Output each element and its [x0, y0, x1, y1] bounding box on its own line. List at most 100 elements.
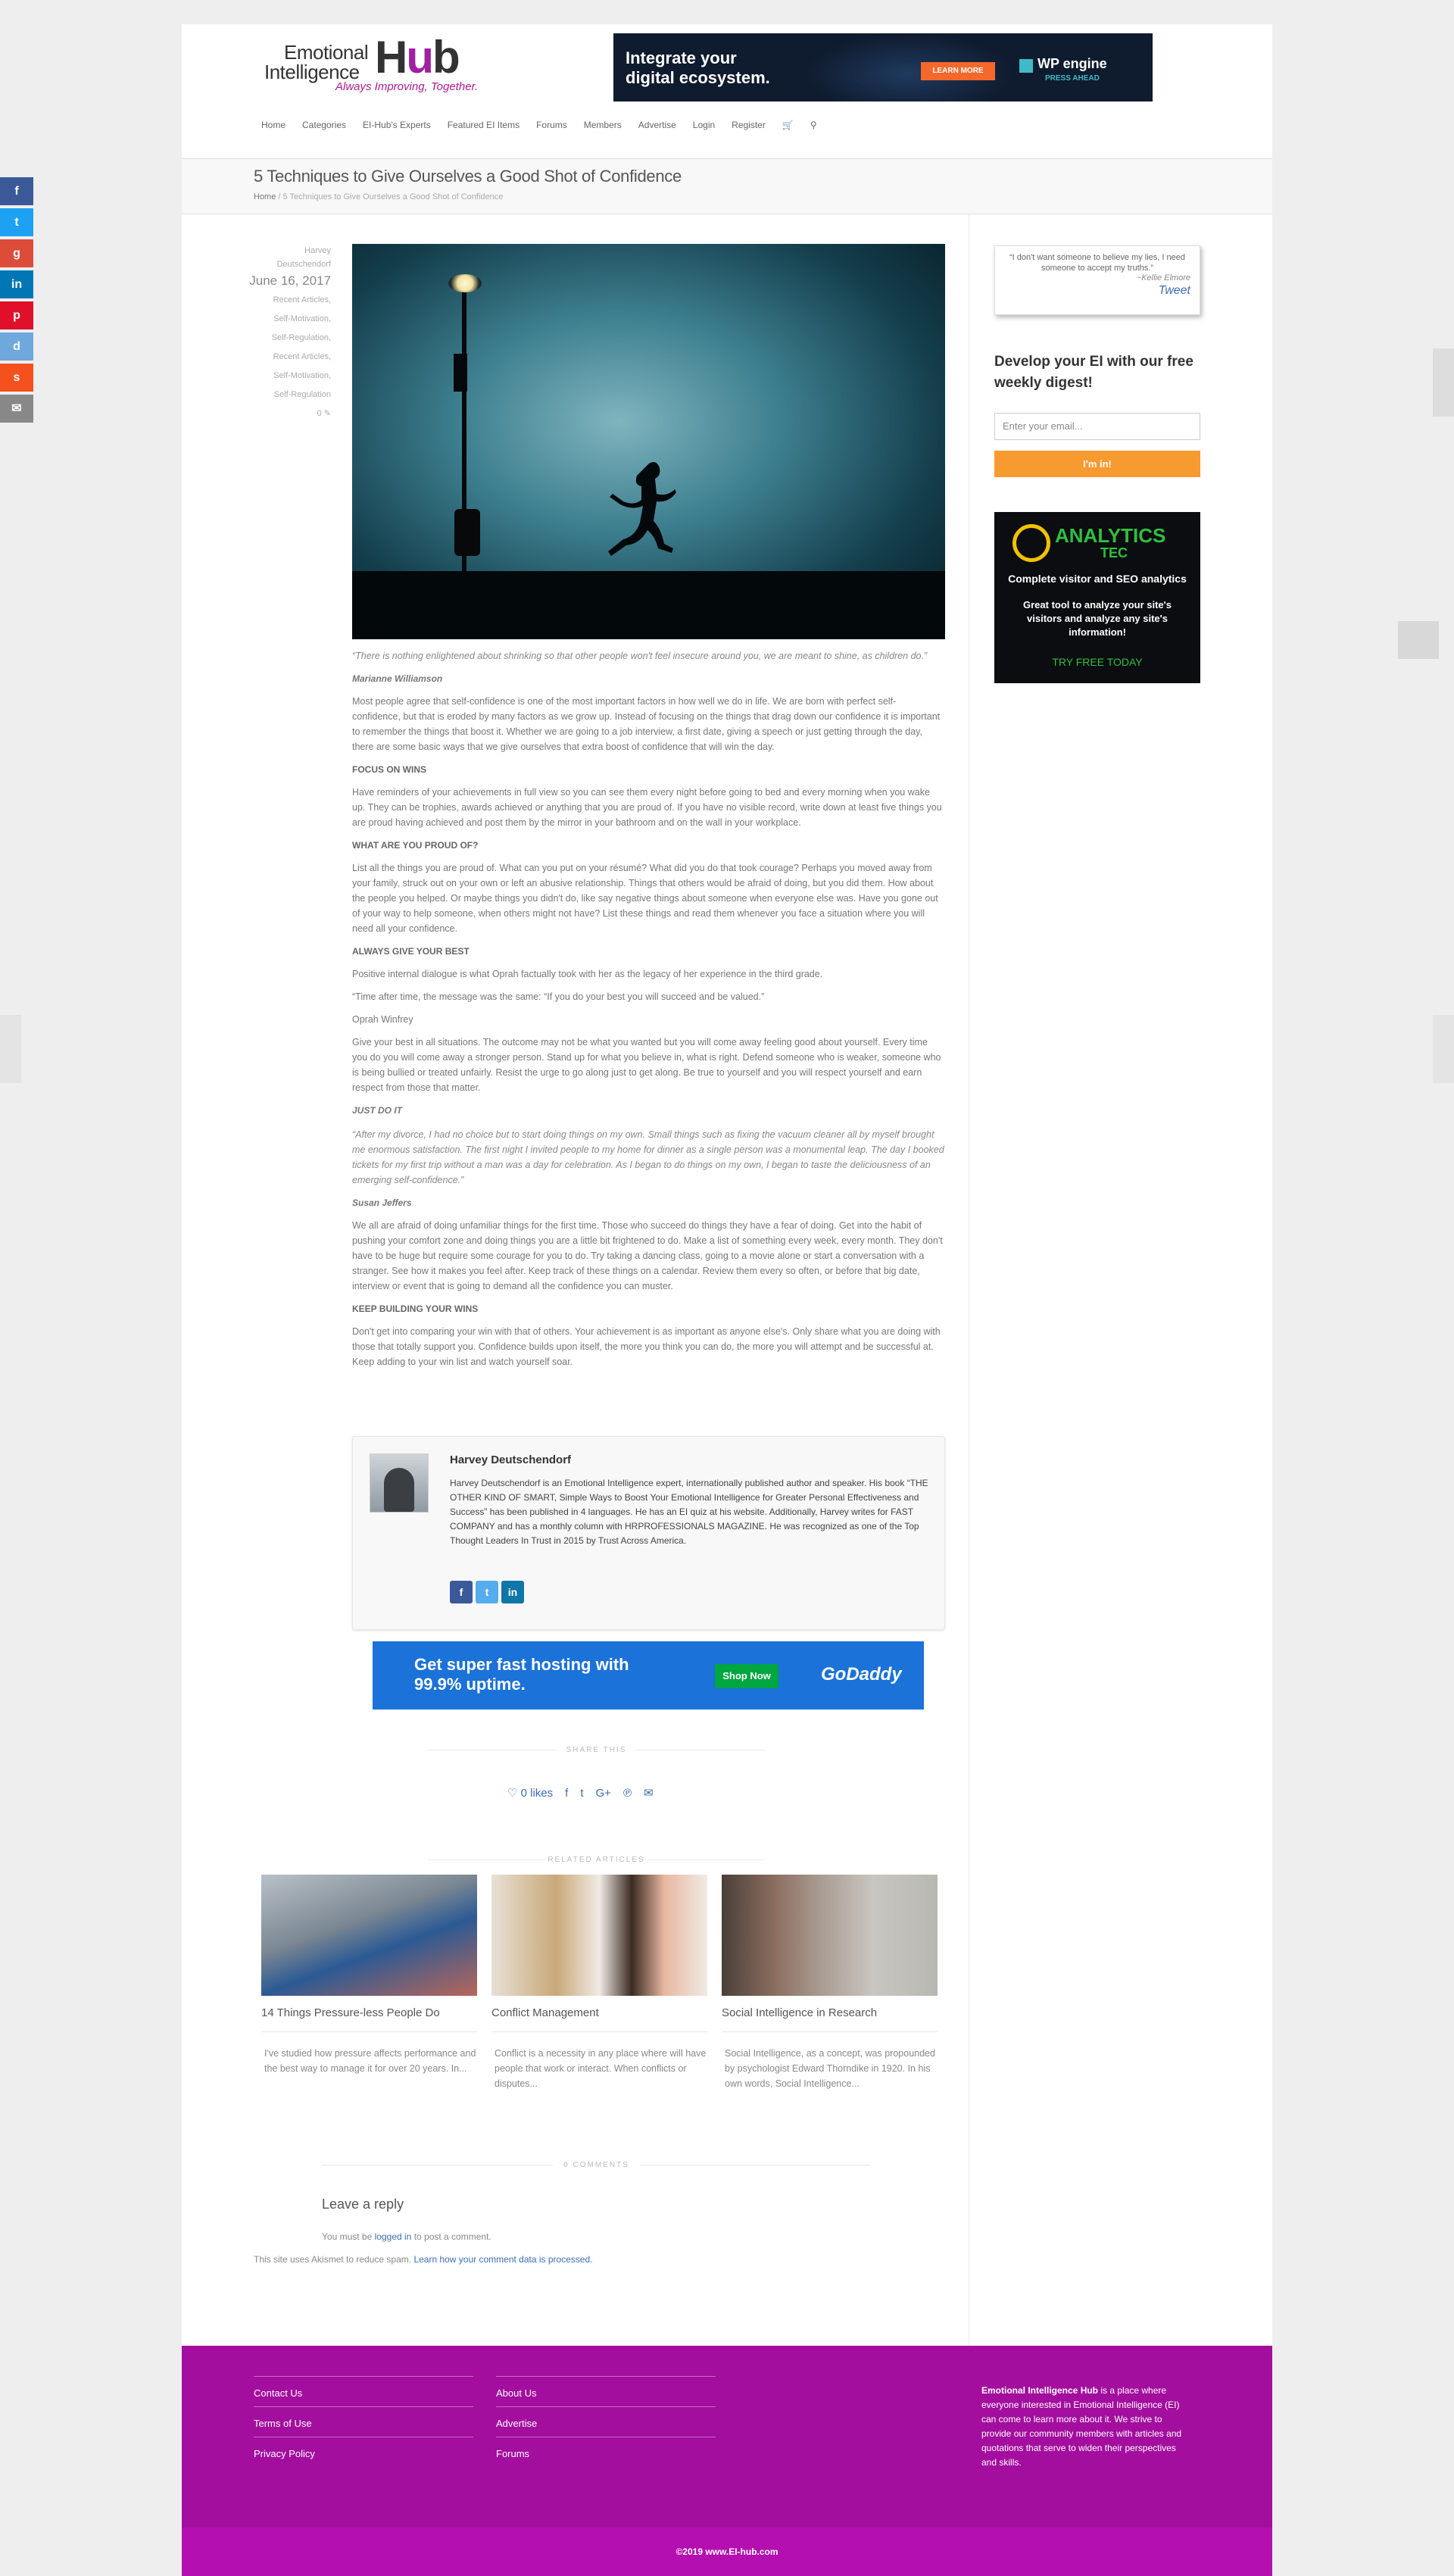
title-bar: 5 Techniques to Give Ourselves a Good Sh…: [182, 159, 1272, 214]
related-title[interactable]: Conflict Management: [491, 2006, 707, 2019]
related-title[interactable]: 14 Things Pressure-less People Do: [261, 2006, 477, 2019]
paragraph: Don't get into comparing your win with t…: [352, 1326, 941, 1367]
reply-heading: Leave a reply: [322, 2197, 404, 2212]
subscribe-button[interactable]: I'm in!: [994, 451, 1200, 477]
side-email-icon[interactable]: [1398, 621, 1439, 659]
author-avatar: [370, 1453, 429, 1513]
nav-members[interactable]: Members: [576, 114, 630, 136]
site-logo[interactable]: Emotional Intelligence Hub Always Improv…: [261, 32, 488, 96]
linkedin-icon[interactable]: in: [501, 1581, 524, 1603]
footer-link[interactable]: Advertise: [496, 2406, 716, 2437]
footer-about: Emotional Intelligence Hub is a place wh…: [981, 2385, 1182, 2468]
login-notice: You must be logged in to post a comment.: [322, 2231, 491, 2242]
logo-hub: Hub: [375, 32, 460, 83]
related-article[interactable]: Conflict Management Conflict is a necess…: [491, 1875, 707, 2091]
related-label: RELATED ARTICLES: [548, 1856, 645, 1864]
site-footer: Contact Us Terms of Use Privacy Policy A…: [182, 2346, 1272, 2576]
google-plus-icon[interactable]: G+: [596, 1787, 611, 1800]
nav-register[interactable]: Register: [723, 114, 774, 136]
try-free-link[interactable]: TRY FREE TODAY: [994, 656, 1200, 668]
twitter-icon[interactable]: t: [580, 1787, 583, 1800]
twitter-icon[interactable]: t: [476, 1581, 498, 1603]
related-excerpt: I've studied how pressure affects perfor…: [264, 2048, 476, 2074]
post-category[interactable]: Recent Articles,: [246, 348, 331, 367]
email-input[interactable]: Enter your email...: [994, 413, 1200, 440]
cart-icon[interactable]: 🛒: [774, 114, 802, 136]
related-thumbnail[interactable]: [722, 1875, 938, 1996]
post-date: June 16, 2017: [249, 273, 331, 288]
floating-share-bar: f t g in p d s ✉: [0, 177, 33, 426]
paragraph: Positive internal dialogue is what Oprah…: [352, 969, 823, 979]
akismet-link[interactable]: Learn how your comment data is processed…: [413, 2254, 592, 2265]
main-nav: Home Categories EI-Hub's Experts Feature…: [253, 114, 825, 136]
quote-author: Susan Jeffers: [352, 1197, 412, 1208]
related-article[interactable]: Social Intelligence in Research Social I…: [722, 1875, 938, 2091]
next-post-arrow[interactable]: [1433, 1015, 1454, 1083]
google-plus-share-icon[interactable]: g: [0, 239, 33, 267]
like-button[interactable]: ♡ 0 likes: [507, 1786, 553, 1800]
footer-links-col2: About Us Advertise Forums: [496, 2376, 716, 2467]
section-heading: ALWAYS GIVE YOUR BEST: [352, 946, 470, 957]
nav-featured[interactable]: Featured EI Items: [439, 114, 528, 136]
analytics-tec-ad[interactable]: ANALYTICS TEC Complete visitor and SEO a…: [994, 512, 1200, 683]
breadcrumb-home[interactable]: Home: [254, 192, 276, 201]
side-tab[interactable]: [1433, 348, 1454, 417]
footer-link[interactable]: Privacy Policy: [254, 2437, 473, 2467]
pinterest-share-icon[interactable]: p: [0, 301, 33, 329]
search-icon[interactable]: ⚲: [802, 114, 825, 136]
comment-count[interactable]: 0 ✎: [246, 404, 331, 423]
post-category[interactable]: Self-Motivation,: [246, 310, 331, 329]
nav-experts[interactable]: EI-Hub's Experts: [354, 114, 439, 136]
shop-now-button[interactable]: Shop Now: [715, 1664, 778, 1688]
related-thumbnail[interactable]: [261, 1875, 477, 1996]
post-category[interactable]: Recent Articles,: [246, 291, 331, 310]
akismet-notice: This site uses Akismet to reduce spam. L…: [254, 2254, 593, 2265]
related-excerpt: Social Intelligence, as a concept, was p…: [725, 2048, 935, 2089]
author-box: Harvey Deutschendorf Harvey Deutschendor…: [352, 1436, 945, 1630]
footer-link[interactable]: Terms of Use: [254, 2406, 473, 2437]
related-article[interactable]: 14 Things Pressure-less People Do I've s…: [261, 1875, 477, 2076]
email-share-icon[interactable]: ✉: [0, 395, 33, 423]
login-link[interactable]: logged in: [375, 2231, 412, 2242]
wpengine-banner-ad[interactable]: Integrate your digital ecosystem. LEARN M…: [613, 33, 1153, 101]
learn-more-button[interactable]: LEARN MORE: [921, 62, 995, 80]
share-label: SHARE THIS: [566, 1746, 627, 1754]
footer-link[interactable]: Contact Us: [254, 2376, 473, 2406]
related-thumbnail[interactable]: [491, 1875, 707, 1996]
footer-link[interactable]: About Us: [496, 2376, 716, 2406]
prev-post-arrow[interactable]: [0, 1015, 21, 1083]
stumbleupon-share-icon[interactable]: s: [0, 364, 33, 392]
wpengine-logo-icon: [1019, 59, 1033, 73]
nav-home[interactable]: Home: [253, 114, 294, 136]
author-name[interactable]: Harvey Deutschendorf: [450, 1453, 571, 1466]
nav-forums[interactable]: Forums: [528, 114, 576, 136]
nav-categories[interactable]: Categories: [294, 114, 354, 136]
paragraph: Give your best in all situations. The ou…: [352, 1037, 941, 1093]
paragraph: Have reminders of your achievements in f…: [352, 787, 942, 828]
section-heading: FOCUS ON WINS: [352, 764, 426, 775]
post-category[interactable]: Self-Motivation,: [246, 367, 331, 386]
nav-login[interactable]: Login: [685, 114, 723, 136]
post-category[interactable]: Self-Regulation,: [246, 329, 331, 348]
godaddy-banner-ad[interactable]: Get super fast hosting with 99.9% uptime.…: [373, 1641, 924, 1710]
pinterest-icon[interactable]: ℗: [623, 1787, 632, 1800]
linkedin-share-icon[interactable]: in: [0, 270, 33, 298]
footer-link[interactable]: Forums: [496, 2437, 716, 2467]
section-heading: WHAT ARE YOU PROUD OF?: [352, 840, 479, 851]
digg-share-icon[interactable]: d: [0, 333, 33, 361]
nav-advertise[interactable]: Advertise: [630, 114, 685, 136]
post-category[interactable]: Self-Regulation: [246, 386, 331, 404]
facebook-icon[interactable]: f: [450, 1581, 473, 1603]
godaddy-logo: GoDaddy: [821, 1664, 902, 1685]
paragraph: We all are afraid of doing unfamiliar th…: [352, 1220, 943, 1291]
section-heading: JUST DO IT: [352, 1105, 403, 1116]
email-icon[interactable]: ✉: [644, 1786, 654, 1800]
tweet-link[interactable]: Tweet: [1004, 284, 1190, 298]
facebook-share-icon[interactable]: f: [0, 177, 33, 205]
facebook-icon[interactable]: f: [565, 1787, 568, 1800]
post-author[interactable]: Harvey Deutschendorf: [246, 244, 331, 271]
twitter-share-icon[interactable]: t: [0, 208, 33, 236]
jumping-person-silhouette: [608, 462, 676, 556]
street-lamp: [448, 274, 482, 292]
related-title[interactable]: Social Intelligence in Research: [722, 2006, 938, 2019]
